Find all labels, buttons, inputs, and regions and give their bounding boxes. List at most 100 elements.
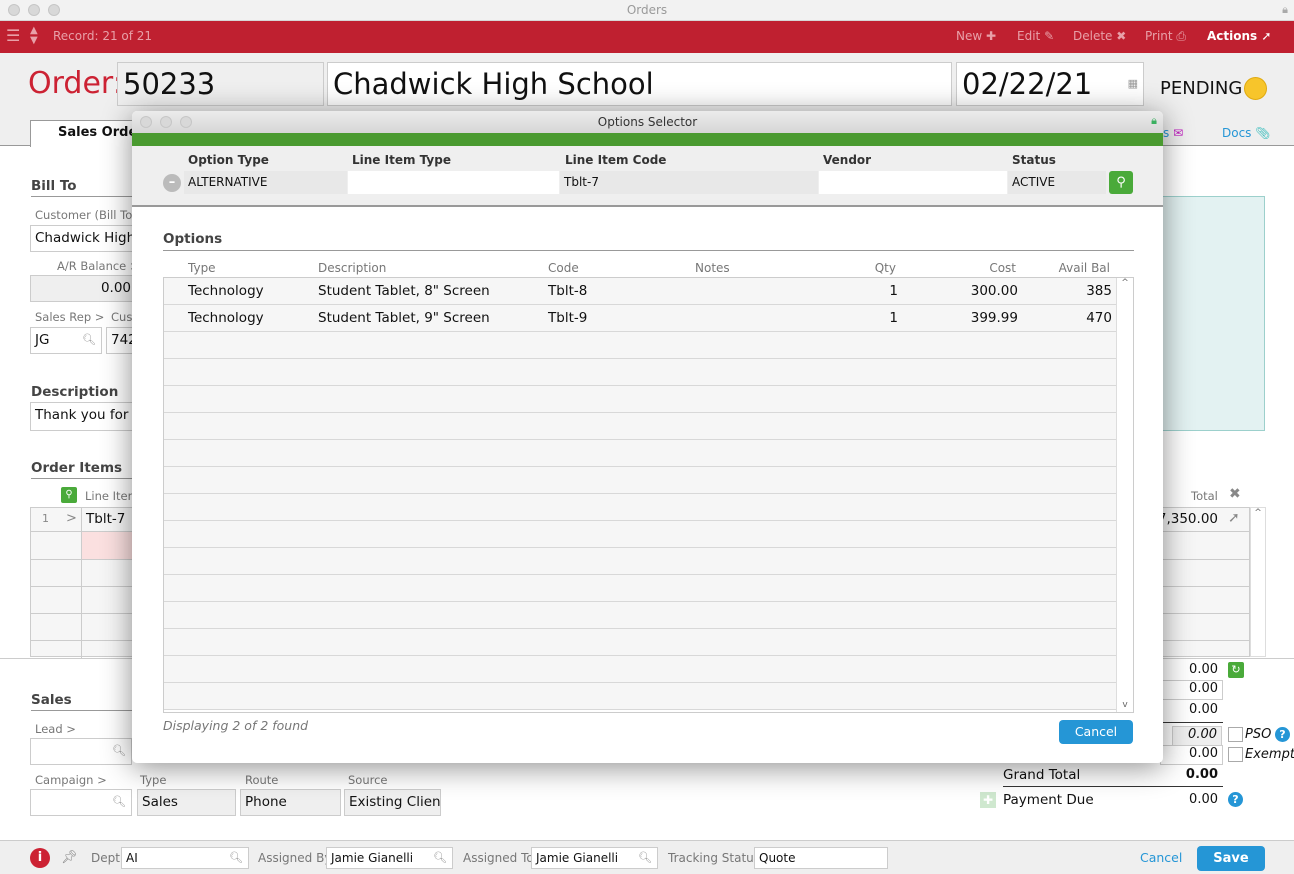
empty-row: [164, 629, 1117, 656]
print-button[interactable]: Print ⎙: [1145, 29, 1186, 44]
column-type: Type: [188, 261, 216, 275]
lock-icon: 🔒︎: [1151, 114, 1157, 127]
totals-value-5[interactable]: 0.00: [1160, 745, 1223, 765]
assigned-by-field[interactable]: Jamie Gianelli 🔍︎: [326, 847, 453, 869]
vendor-field[interactable]: [819, 171, 1007, 194]
type-field[interactable]: Sales: [137, 789, 236, 816]
empty-row: [164, 656, 1117, 683]
empty-row: [164, 602, 1117, 629]
empty-row: [164, 413, 1117, 440]
status-field[interactable]: ACTIVE: [1008, 171, 1106, 194]
search-icon[interactable]: 🔍︎: [112, 739, 126, 763]
remove-icon[interactable]: ✖: [1229, 486, 1241, 502]
open-line-icon[interactable]: ➚: [1228, 510, 1240, 526]
help-icon[interactable]: ?: [1228, 792, 1243, 807]
lock-icon: 🔒︎: [1282, 3, 1288, 16]
empty-row: [164, 494, 1117, 521]
menu-icon[interactable]: ☰: [6, 28, 20, 44]
sales-rep-field[interactable]: JG 🔍︎: [30, 327, 102, 354]
order-date-field[interactable]: 02/22/21 ▦: [956, 62, 1144, 106]
order-label: Order:: [28, 66, 123, 101]
option-type-field[interactable]: ALTERNATIVE: [184, 171, 347, 194]
type-label: Type: [140, 773, 167, 787]
add-payment-icon[interactable]: ✚: [980, 792, 996, 808]
dialog-minimize-button[interactable]: [160, 116, 172, 128]
line-item-code: Tblt-7: [86, 511, 126, 527]
campaign-link[interactable]: Campaign >: [35, 773, 107, 787]
help-icon[interactable]: ?: [1275, 727, 1290, 742]
remove-filter-icon[interactable]: –: [163, 174, 181, 192]
line-item-code-label: Line Item Code: [565, 153, 667, 167]
order-items-scrollbar[interactable]: ^: [1250, 507, 1266, 657]
options-selector-dialog: Options Selector 🔒︎ Option Type Line Ite…: [132, 111, 1163, 763]
record-nav-icon[interactable]: ▲ ▼: [30, 26, 38, 46]
empty-row: [164, 359, 1117, 386]
paperclip-icon: 📎︎: [1255, 126, 1271, 140]
tab-sales-order[interactable]: Sales Order: [30, 120, 142, 147]
ar-balance-link[interactable]: A/R Balance >: [57, 259, 140, 273]
delete-button[interactable]: Delete ✖: [1073, 29, 1126, 43]
campaign-field[interactable]: 🔍︎: [30, 789, 132, 816]
route-field[interactable]: Phone: [240, 789, 341, 816]
close-window-button[interactable]: [8, 4, 20, 16]
envelope-icon: ✉: [1173, 126, 1184, 140]
assigned-to-field[interactable]: Jamie Gianelli 🔍︎: [531, 847, 658, 869]
lead-field[interactable]: 🔍︎: [30, 738, 132, 765]
source-field[interactable]: Existing Client: [344, 789, 441, 816]
tracking-status-field[interactable]: Quote: [754, 847, 888, 869]
dept-label: Dept: [91, 851, 120, 865]
cancel-link[interactable]: Cancel: [1140, 850, 1182, 865]
grand-total-label: Grand Total: [1003, 767, 1081, 783]
tab-emails[interactable]: s ✉: [1163, 126, 1183, 140]
refresh-icon[interactable]: ↻: [1228, 662, 1244, 678]
search-icon[interactable]: ⚲: [61, 487, 77, 503]
status-label: Status: [1012, 153, 1056, 167]
order-number-field[interactable]: 50233: [117, 62, 324, 106]
search-icon[interactable]: 🔍︎: [638, 848, 652, 868]
customer-name-field[interactable]: Chadwick High School: [327, 62, 952, 106]
pin-icon[interactable]: 📌︎: [61, 850, 78, 865]
row-number: 1: [42, 512, 49, 525]
dialog-cancel-button[interactable]: Cancel: [1059, 720, 1133, 744]
cell-description: Student Tablet, 9" Screen: [318, 310, 490, 326]
dept-field[interactable]: AI 🔍︎: [121, 847, 249, 869]
totals-value-2[interactable]: 0.00: [1160, 680, 1223, 700]
line-item-code-field[interactable]: Tblt-7: [560, 171, 818, 194]
window-title: Orders: [626, 3, 668, 17]
pso-label: PSO: [1245, 727, 1272, 742]
new-button[interactable]: New ✚: [956, 29, 996, 43]
save-button[interactable]: Save: [1197, 846, 1265, 871]
lead-link[interactable]: Lead >: [35, 722, 76, 736]
row-expand-arrow[interactable]: >: [66, 511, 77, 526]
dialog-close-button[interactable]: [140, 116, 152, 128]
dialog-zoom-button[interactable]: [180, 116, 192, 128]
tab-docs[interactable]: Docs 📎︎: [1222, 126, 1271, 140]
search-icon[interactable]: 🔍︎: [229, 848, 243, 868]
calendar-icon[interactable]: ▦: [1128, 63, 1138, 105]
search-icon[interactable]: 🔍︎: [82, 328, 96, 352]
exempt-checkbox[interactable]: [1228, 747, 1243, 762]
actions-button[interactable]: Actions ➚: [1207, 29, 1271, 43]
search-icon[interactable]: 🔍︎: [433, 848, 447, 868]
tax-value[interactable]: 0.00: [1172, 726, 1222, 746]
customer-bill-to-field[interactable]: Chadwick High School: [30, 225, 145, 252]
minimize-window-button[interactable]: [28, 4, 40, 16]
ar-balance-field: 0.00: [30, 275, 145, 302]
search-icon[interactable]: 🔍︎: [112, 790, 126, 814]
table-row[interactable]: Technology Student Tablet, 8" Screen Tblt-…: [164, 278, 1117, 305]
sales-rep-link[interactable]: Sales Rep >: [35, 310, 104, 324]
table-row[interactable]: Technology Student Tablet, 9" Screen Tblt-…: [164, 305, 1117, 332]
edit-button[interactable]: Edit ✎: [1017, 29, 1054, 43]
pso-checkbox[interactable]: [1228, 727, 1243, 742]
source-label: Source: [348, 773, 388, 787]
search-button[interactable]: ⚲: [1109, 171, 1133, 194]
zoom-window-button[interactable]: [48, 4, 60, 16]
description-field[interactable]: Thank you for your business: [30, 402, 145, 431]
line-item-type-field[interactable]: [348, 171, 559, 194]
cell-cost: 300.00: [970, 283, 1018, 299]
options-scrollbar[interactable]: ^ v: [1116, 278, 1133, 712]
dialog-title: Options Selector: [597, 115, 698, 129]
order-items-heading: Order Items: [31, 460, 141, 479]
cell-avail: 385: [1086, 283, 1112, 299]
info-icon[interactable]: i: [30, 848, 50, 868]
